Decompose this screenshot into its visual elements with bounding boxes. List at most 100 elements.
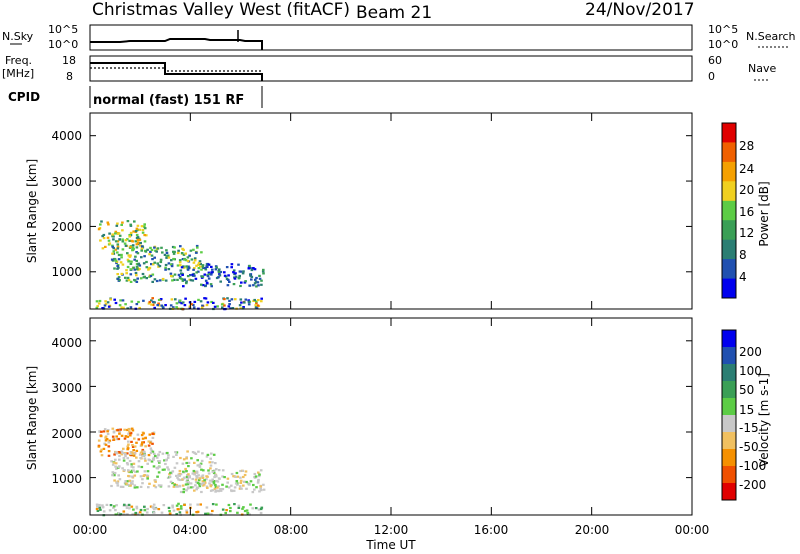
velocity-scatter-cell — [212, 453, 216, 456]
power-scatter-cell — [120, 223, 123, 226]
velocity-scatter-cell — [114, 451, 118, 454]
power-scatter-cell — [220, 303, 224, 306]
power-scatter-cell — [153, 301, 156, 304]
velocity-scatter-cell — [111, 435, 115, 438]
velocity-scatter-cell — [140, 465, 144, 469]
velocity-scatter-cell — [168, 512, 172, 515]
velocity-scatter-cell — [127, 474, 130, 478]
velocity-scatter-cell — [251, 491, 255, 494]
power-scatter-cell — [214, 268, 218, 271]
power-scatter-cell — [225, 266, 229, 269]
power-scatter-cell — [226, 284, 230, 287]
power-scatter-cell — [121, 221, 124, 224]
power-scatter-cell — [145, 260, 148, 264]
power-scatter-cell — [219, 280, 222, 283]
velocity-scatter-cell — [139, 475, 143, 478]
power-scatter-cell — [102, 237, 106, 240]
velocity-scatter-cell — [196, 503, 199, 506]
power-scatter-cell — [195, 264, 198, 267]
velocity-scatter-cell — [123, 453, 127, 456]
velocity-scatter-cell — [95, 507, 99, 511]
velocity-scatter-cell — [121, 467, 124, 470]
velocity-scatter-cell — [149, 447, 153, 450]
velocity-scatter-cell — [158, 460, 162, 463]
velocity-scatter-cell — [179, 456, 182, 460]
power-scatter-cell — [125, 269, 128, 272]
velocity-scatter-cell — [132, 469, 135, 472]
velocity-scatter-cell — [202, 482, 205, 485]
power-scatter-cell — [258, 274, 261, 277]
power-scatter-cell — [129, 262, 133, 265]
velocity-scatter-cell — [226, 481, 229, 484]
velocity-scatter-cell — [115, 435, 118, 438]
velocity-scatter-cell — [227, 503, 231, 507]
velocity-scatter-cell — [157, 453, 160, 456]
velocity-scatter-cell — [189, 482, 193, 485]
velocity-scatter-cell — [111, 474, 114, 477]
power-scatter-cell — [253, 282, 257, 285]
velocity-cbar-tick-m200: -200 — [739, 478, 766, 492]
power-scatter-cell — [167, 268, 171, 271]
velocity-scatter-cell — [137, 465, 141, 468]
velocity-scatter-cell — [201, 452, 204, 455]
power-scatter-cell — [116, 247, 120, 250]
velocity-scatter-cell — [191, 477, 194, 481]
velocity-scatter-cell — [139, 508, 143, 512]
velocity-scatter-cell — [118, 458, 121, 461]
velocity-scatter-cell — [164, 459, 168, 462]
velocity-scatter-cell — [143, 509, 147, 512]
velocity-scatter-cell — [211, 478, 214, 481]
power-scatter-cell — [136, 252, 140, 255]
power-scatter-cell — [101, 247, 105, 250]
power-colorbar-segment — [722, 278, 736, 299]
power-ylabel: Slant Range [km] — [25, 159, 39, 263]
velocity-scatter-cell — [144, 445, 147, 448]
velocity-scatter-cell — [183, 476, 186, 479]
power-scatter-cell — [237, 263, 240, 266]
power-scatter-cell — [110, 258, 114, 261]
velocity-scatter-cell — [252, 483, 255, 487]
power-scatter-cell — [248, 264, 251, 267]
power-scatter-cell — [153, 261, 156, 264]
velocity-scatter-cell — [129, 434, 132, 437]
power-scatter-cell — [256, 281, 260, 284]
power-scatter-cell — [197, 267, 201, 270]
velocity-scatter-cell — [112, 505, 116, 508]
velocity-scatter-cell — [194, 478, 198, 481]
velocity-colorbar-segment — [722, 347, 736, 365]
power-scatter-cell — [218, 274, 222, 277]
velocity-scatter-cell — [148, 482, 151, 485]
power-scatter-cell — [230, 298, 234, 301]
velocity-scatter-cell — [135, 456, 138, 459]
power-scatter-cell — [143, 227, 147, 230]
power-scatter-cell — [124, 239, 128, 242]
velocity-scatter-cell — [209, 485, 213, 488]
velocity-scatter-cell — [177, 502, 180, 505]
velocity-ylabel: Slant Range [km] — [25, 366, 39, 470]
velocity-scatter-cell — [177, 508, 180, 511]
power-colorbar-segment — [722, 200, 736, 221]
velocity-scatter-cell — [117, 466, 121, 469]
power-scatter-cell — [141, 272, 145, 276]
power-scatter-cell — [99, 223, 102, 226]
power-scatter-cell — [136, 268, 139, 271]
velocity-colorbar-segment — [722, 330, 736, 348]
velocity-scatter-cell — [157, 466, 161, 469]
power-scatter-cell — [108, 232, 111, 235]
velocity-scatter-cell — [221, 508, 225, 511]
power-scatter-cell — [143, 240, 147, 243]
power-cbar-label: Power [dB] — [757, 181, 771, 246]
power-scatter-cell — [149, 250, 152, 253]
velocity-scatter-cell — [136, 470, 139, 473]
power-scatter-cell — [247, 300, 251, 304]
velocity-scatter-cell — [178, 511, 182, 514]
power-scatter-cell — [165, 251, 169, 254]
velocity-scatter-cell — [133, 474, 137, 477]
power-scatter-cell — [227, 278, 230, 281]
power-scatter-cell — [124, 244, 128, 247]
velocity-scatter-cell — [138, 511, 142, 514]
power-scatter-cell — [118, 304, 122, 307]
velocity-scatter-cell — [213, 475, 216, 479]
power-scatter-cell — [204, 284, 207, 287]
velocity-scatter-cell — [182, 488, 186, 491]
